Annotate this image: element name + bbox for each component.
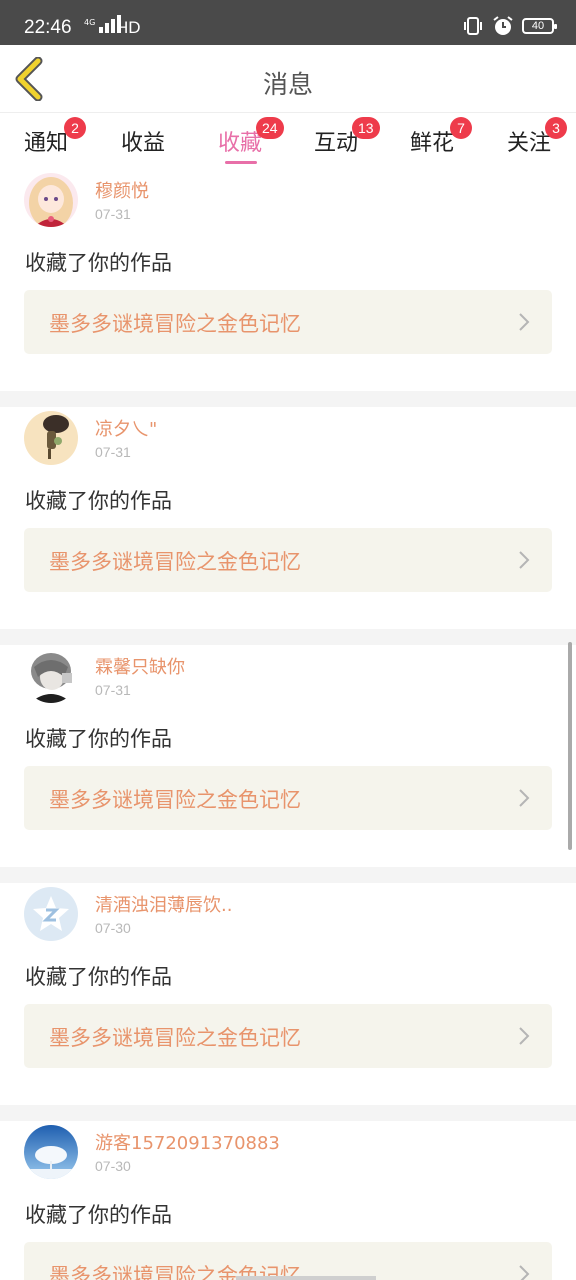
chevron-right-icon xyxy=(519,313,530,331)
divider xyxy=(0,629,576,645)
home-indicator[interactable] xyxy=(236,1276,376,1280)
page-title: 消息 xyxy=(262,70,313,99)
divider xyxy=(0,1105,576,1121)
unread-badge: 2 xyxy=(64,117,86,139)
avatar[interactable] xyxy=(24,173,78,227)
unread-badge: 7 xyxy=(450,117,472,139)
timestamp: 07-30 xyxy=(95,920,131,936)
list-item: 凉夕乀" 07-31 收藏了你的作品 墨多多谜境冒险之金色记忆 xyxy=(0,407,576,629)
list-item: 清酒浊泪薄唇饮.. 07-30 收藏了你的作品 墨多多谜境冒险之金色记忆 xyxy=(0,883,576,1105)
list-item: 霖馨只缺你 07-31 收藏了你的作品 墨多多谜境冒险之金色记忆 xyxy=(0,645,576,867)
avatar[interactable] xyxy=(24,1125,78,1179)
work-title: 墨多多谜境冒险之金色记忆 xyxy=(49,550,301,574)
action-text: 收藏了你的作品 xyxy=(25,1203,172,1227)
timestamp: 07-31 xyxy=(95,682,131,698)
avatar[interactable] xyxy=(24,649,78,703)
chevron-right-icon xyxy=(519,789,530,807)
work-link[interactable]: 墨多多谜境冒险之金色记忆 xyxy=(24,1004,552,1068)
username[interactable]: 凉夕乀" xyxy=(95,415,157,441)
message-list[interactable]: 穆颜悦 07-31 收藏了你的作品 墨多多谜境冒险之金色记忆 凉夕乀" 07-3… xyxy=(0,169,576,1280)
default-z-avatar-icon xyxy=(24,887,78,941)
tab-favorites[interactable]: 收藏 24 xyxy=(218,117,284,157)
status-time: 22:46 xyxy=(24,17,72,38)
tab-label: 收藏 xyxy=(218,131,263,156)
work-link[interactable]: 墨多多谜境冒险之金色记忆 xyxy=(24,1242,552,1280)
username[interactable]: 穆颜悦 xyxy=(95,177,149,203)
tab-interactions[interactable]: 互动 13 xyxy=(314,117,380,157)
tab-earnings[interactable]: 收益 xyxy=(121,125,165,157)
username[interactable]: 霖馨只缺你 xyxy=(95,653,185,679)
tab-label: 通知 xyxy=(24,131,69,156)
chevron-right-icon xyxy=(519,1027,530,1045)
work-link[interactable]: 墨多多谜境冒险之金色记忆 xyxy=(24,766,552,830)
tab-label: 关注 xyxy=(507,131,552,156)
tab-label: 互动 xyxy=(314,131,359,156)
network-type: 4G xyxy=(84,18,96,27)
gray-hair-avatar-icon xyxy=(24,649,78,703)
snow-tree-avatar-icon xyxy=(24,1125,78,1179)
timestamp: 07-31 xyxy=(95,444,131,460)
header: 消息 xyxy=(0,45,576,113)
chevron-right-icon xyxy=(519,1265,530,1280)
tab-bar: 通知 2 收益 收藏 24 互动 13 鲜花 7 关注 3 xyxy=(0,113,576,169)
alarm-icon xyxy=(493,16,513,35)
chevron-right-icon xyxy=(519,551,530,569)
list-item: 游客1572091370883 07-30 收藏了你的作品 墨多多谜境冒险之金色… xyxy=(0,1121,576,1280)
username[interactable]: 清酒浊泪薄唇饮.. xyxy=(95,891,232,917)
action-text: 收藏了你的作品 xyxy=(25,727,172,751)
username[interactable]: 游客1572091370883 xyxy=(95,1129,280,1155)
work-title: 墨多多谜境冒险之金色记忆 xyxy=(49,1026,301,1050)
tab-label: 收益 xyxy=(121,131,166,156)
active-tab-indicator xyxy=(225,161,257,164)
tab-flowers[interactable]: 鲜花 7 xyxy=(410,117,472,157)
action-text: 收藏了你的作品 xyxy=(25,965,172,989)
avatar[interactable] xyxy=(24,887,78,941)
work-link[interactable]: 墨多多谜境冒险之金色记忆 xyxy=(24,290,552,354)
avatar[interactable] xyxy=(24,411,78,465)
unread-badge: 3 xyxy=(545,117,567,139)
anime-girl-avatar-icon xyxy=(24,173,78,227)
hd-indicator: HD xyxy=(116,18,141,37)
vibrate-icon xyxy=(464,17,482,35)
divider xyxy=(0,391,576,407)
action-text: 收藏了你的作品 xyxy=(25,489,172,513)
work-link[interactable]: 墨多多谜境冒险之金色记忆 xyxy=(24,528,552,592)
timestamp: 07-30 xyxy=(95,1158,131,1174)
battery-icon: 40 xyxy=(522,18,557,34)
tab-label: 鲜花 xyxy=(410,131,455,156)
divider xyxy=(0,867,576,883)
tab-follows[interactable]: 关注 3 xyxy=(507,117,567,157)
work-title: 墨多多谜境冒险之金色记忆 xyxy=(49,312,301,336)
timestamp: 07-31 xyxy=(95,206,131,222)
unread-badge: 13 xyxy=(352,117,380,139)
figure-avatar-icon xyxy=(24,411,78,465)
scrollbar[interactable] xyxy=(568,642,572,850)
unread-badge: 24 xyxy=(256,117,284,139)
list-item: 穆颜悦 07-31 收藏了你的作品 墨多多谜境冒险之金色记忆 xyxy=(0,169,576,391)
tab-notifications[interactable]: 通知 2 xyxy=(24,117,86,157)
status-bar: 22:46 4G HD 40 xyxy=(0,0,576,45)
work-title: 墨多多谜境冒险之金色记忆 xyxy=(49,788,301,812)
action-text: 收藏了你的作品 xyxy=(25,251,172,275)
